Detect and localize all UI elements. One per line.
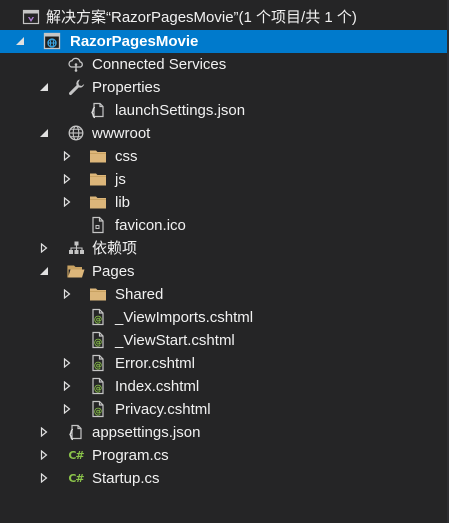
tree-item-css[interactable]: css [0,145,447,168]
tree-item-label: js [115,171,126,188]
csharp-file-icon: C# [68,471,84,485]
tree-item-connected-services[interactable]: Connected Services [0,53,447,76]
tree-item-pages[interactable]: Pages [0,260,447,283]
tree-item-label: Index.cshtml [115,378,200,395]
tree-item-privacy-cshtml[interactable]: @ Privacy.cshtml [0,398,447,421]
tree-item-wwwroot[interactable]: wwwroot [0,122,447,145]
razor-file-icon: @ [89,308,107,326]
expand-arrow-icon[interactable] [61,403,73,415]
tree-item-launchsettings-json[interactable]: launchSettings.json [0,99,447,122]
razor-file-icon: @ [89,354,107,372]
dependencies-icon [67,239,85,257]
tree-item-label: 依赖项 [92,240,138,257]
tree-item-label: _ViewStart.cshtml [115,332,235,349]
folder-icon [89,147,107,165]
wrench-icon [67,78,85,96]
expand-arrow-icon[interactable] [38,426,50,438]
solution-explorer-tree: 解决方案“RazorPagesMovie”(1 个项目/共 1 个) RazorP… [0,0,449,523]
tree-item-startup-cs[interactable]: C# Startup.cs [0,467,447,490]
tree-item-label: _ViewImports.cshtml [115,309,254,326]
tree-item-lib[interactable]: lib [0,191,447,214]
folder-icon [89,285,107,303]
svg-text:@: @ [94,361,103,371]
csharp-file-icon: C# [68,448,84,462]
tree-item-js[interactable]: js [0,168,447,191]
collapse-arrow-icon[interactable] [38,81,50,93]
razor-file-icon: @ [89,377,107,395]
tree-item-label: Error.cshtml [115,355,196,372]
tree-item-label: 解决方案“RazorPagesMovie”(1 个项目/共 1 个) [46,9,357,26]
globe-icon [67,124,85,142]
tree-item-viewimports-cshtml[interactable]: @ _ViewImports.cshtml [0,306,447,329]
tree-item-label: Properties [92,79,161,96]
web-project-icon [43,32,61,50]
tree-item-label: Connected Services [92,56,227,73]
razor-file-icon: @ [89,331,107,349]
expand-arrow-icon[interactable] [61,357,73,369]
collapse-arrow-icon[interactable] [38,127,50,139]
connected-services-icon [67,55,85,73]
tree-item-label: Startup.cs [92,470,160,487]
tree-item-label: favicon.ico [115,217,186,234]
tree-item-appsettings-json[interactable]: appsettings.json [0,421,447,444]
svg-text:@: @ [94,315,103,325]
svg-text:@: @ [94,338,103,348]
expand-arrow-icon[interactable] [61,288,73,300]
expand-arrow-icon[interactable] [38,449,50,461]
tree-item-label: launchSettings.json [115,102,246,119]
collapse-arrow-icon[interactable] [38,265,50,277]
tree-item-label: css [115,148,138,165]
tree-item-program-cs[interactable]: C# Program.cs [0,444,447,467]
tree-item-label: wwwroot [92,125,151,142]
svg-text:@: @ [94,407,103,417]
ico-file-icon [89,216,107,234]
tree-item-solution[interactable]: 解决方案“RazorPagesMovie”(1 个项目/共 1 个) [0,6,447,29]
svg-text:@: @ [94,384,103,394]
tree-item-error-cshtml[interactable]: @ Error.cshtml [0,352,447,375]
razor-file-icon: @ [89,400,107,418]
tree-item-label: Shared [115,286,164,303]
folder-icon [89,193,107,211]
expand-arrow-icon[interactable] [61,196,73,208]
tree-item-item-10[interactable]: 依赖项 [0,237,447,260]
tree-item-label: lib [115,194,131,211]
open-folder-icon [67,262,85,280]
tree-item-razorpagesmovie[interactable]: RazorPagesMovie [0,30,447,53]
expand-arrow-icon[interactable] [38,242,50,254]
json-file-icon [89,101,107,119]
expand-arrow-icon[interactable] [61,380,73,392]
tree-item-index-cshtml[interactable]: @ Index.cshtml [0,375,447,398]
solution-icon [22,8,40,26]
tree-item-label: Program.cs [92,447,169,464]
tree-item-viewstart-cshtml[interactable]: @ _ViewStart.cshtml [0,329,447,352]
expand-arrow-icon[interactable] [38,472,50,484]
tree-item-properties[interactable]: Properties [0,76,447,99]
tree-item-label: Privacy.cshtml [115,401,211,418]
json-file-icon [67,423,85,441]
tree-item-label: RazorPagesMovie [70,33,199,50]
tree-item-label: Pages [92,263,135,280]
expand-arrow-icon[interactable] [61,150,73,162]
tree-item-shared[interactable]: Shared [0,283,447,306]
collapse-arrow-icon[interactable] [14,35,26,47]
tree-item-favicon-ico[interactable]: favicon.ico [0,214,447,237]
folder-icon [89,170,107,188]
expand-arrow-icon[interactable] [61,173,73,185]
tree-item-label: appsettings.json [92,424,201,441]
